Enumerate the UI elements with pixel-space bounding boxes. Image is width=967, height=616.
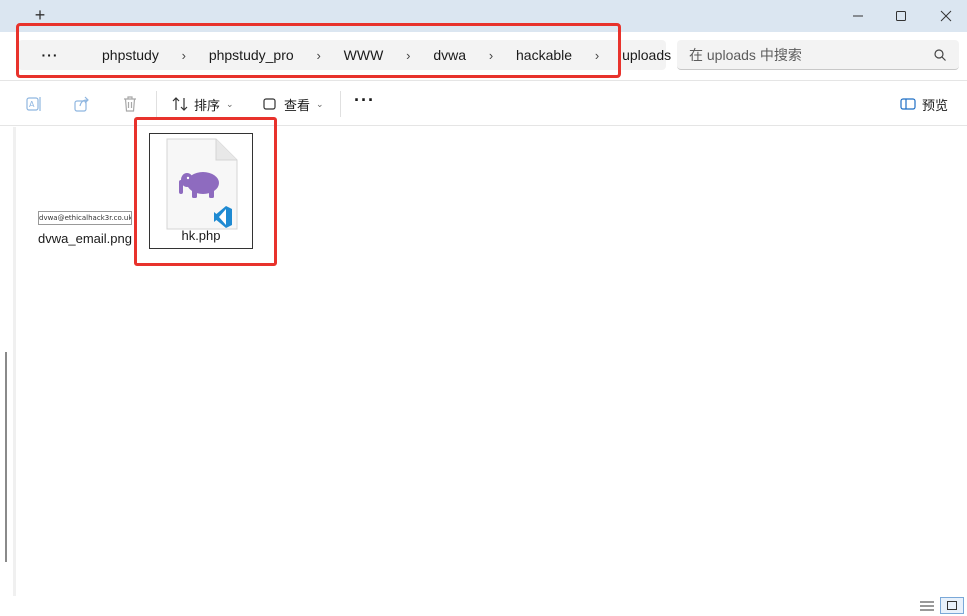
sort-label: 排序 <box>194 97 221 113</box>
view-button[interactable]: 查看 ⌄ <box>262 94 324 114</box>
sort-button[interactable]: 排序 ⌄ <box>172 94 234 114</box>
details-view-icon[interactable] <box>920 600 934 612</box>
share-icon[interactable] <box>73 95 91 113</box>
maximize-icon <box>896 11 906 21</box>
preview-pane-icon <box>900 98 916 110</box>
file-thumbnail: dvwa@ethicalhack3r.co.uk <box>38 211 132 225</box>
search-input[interactable] <box>689 46 919 64</box>
chevron-down-icon: ⌄ <box>226 98 234 109</box>
highlight-box-file <box>134 117 277 266</box>
sort-icon <box>172 97 188 111</box>
close-button[interactable] <box>923 0 967 32</box>
navigation-pane-edge <box>13 127 16 597</box>
large-icons-view-button[interactable] <box>940 597 964 614</box>
breadcrumb-item-uploads[interactable]: uploads <box>614 47 679 63</box>
more-options-button[interactable]: ··· <box>354 91 374 113</box>
preview-label: 预览 <box>922 97 949 113</box>
navigation-pane-scrollbar[interactable] <box>5 352 7 562</box>
toolbar-divider <box>156 91 157 117</box>
close-icon <box>940 10 952 22</box>
file-item-dvwa-email[interactable]: dvwa@ethicalhack3r.co.uk dvwa_email.png <box>36 211 134 246</box>
maximize-button[interactable] <box>878 0 924 32</box>
file-name: dvwa_email.png <box>38 231 132 246</box>
chevron-down-icon: ⌄ <box>316 98 324 109</box>
view-icon <box>263 98 276 110</box>
preview-button[interactable]: 预览 <box>900 94 948 114</box>
view-label: 查看 <box>284 97 311 113</box>
highlight-box-path <box>16 23 621 78</box>
status-bar <box>0 596 967 616</box>
rename-icon[interactable]: A <box>25 95 43 113</box>
delete-icon[interactable] <box>121 95 139 113</box>
minimize-icon <box>853 15 863 17</box>
svg-text:A: A <box>29 100 35 109</box>
tiles-view-icon <box>947 601 957 610</box>
minimize-button[interactable] <box>835 0 881 32</box>
search-box[interactable] <box>677 40 959 70</box>
search-icon[interactable] <box>933 48 947 62</box>
toolbar-divider <box>340 91 341 117</box>
